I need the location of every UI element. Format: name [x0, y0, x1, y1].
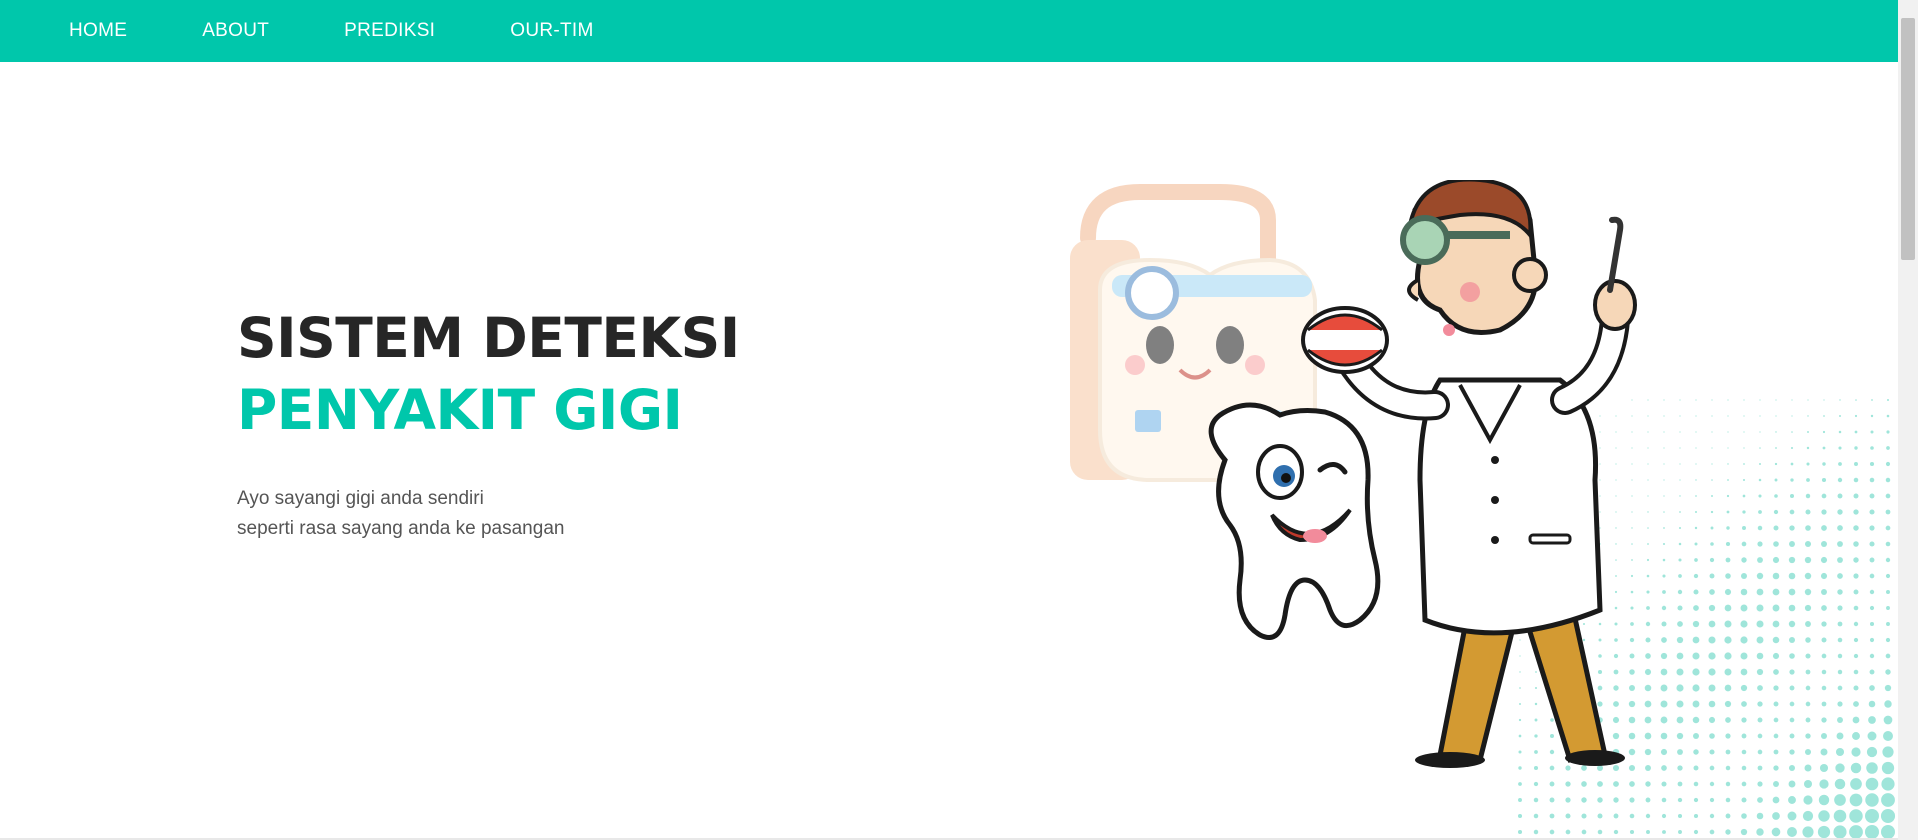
hero-title: SISTEM DETEKSI PENYAKIT GIGI	[237, 302, 740, 446]
vertical-scrollbar[interactable]	[1898, 0, 1918, 840]
hero-title-line2: PENYAKIT GIGI	[237, 378, 683, 442]
hero-title-line1: SISTEM DETEKSI	[237, 306, 740, 370]
page: HOME ABOUT PREDIKSI OUR-TIM SISTEM DETEK…	[0, 0, 1918, 840]
hero-desc-line1: Ayo sayangi gigi anda sendiri	[237, 488, 484, 509]
nav-item-our-tim[interactable]: OUR-TIM	[510, 0, 593, 62]
hero-section: SISTEM DETEKSI PENYAKIT GIGI Ayo sayangi…	[237, 302, 740, 544]
hero-illustration	[1070, 180, 1896, 840]
nav-menu: HOME ABOUT PREDIKSI OUR-TIM	[0, 0, 669, 62]
nav-item-home[interactable]: HOME	[69, 0, 127, 62]
top-navbar: HOME ABOUT PREDIKSI OUR-TIM	[0, 0, 1898, 62]
hero-desc-line2: seperti rasa sayang anda ke pasangan	[237, 518, 565, 539]
smiling-tooth-icon	[1208, 402, 1381, 640]
scrollbar-thumb[interactable]	[1901, 18, 1915, 260]
nav-item-about[interactable]: ABOUT	[202, 0, 269, 62]
hero-description: Ayo sayangi gigi anda sendiri seperti ra…	[237, 484, 740, 544]
nav-item-prediksi[interactable]: PREDIKSI	[344, 0, 435, 62]
